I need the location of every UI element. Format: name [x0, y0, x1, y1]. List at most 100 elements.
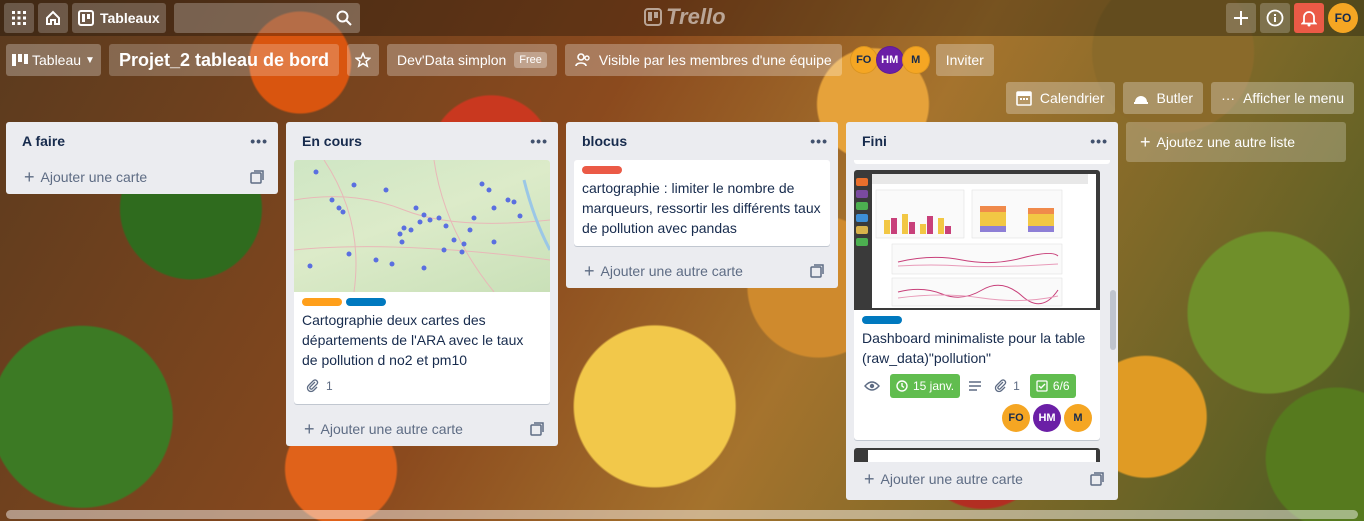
- watch-eye-icon: [864, 381, 880, 391]
- star-button[interactable]: [347, 44, 380, 76]
- member-avatar[interactable]: M: [1064, 404, 1092, 432]
- bell-icon: [1301, 11, 1317, 27]
- butler-button[interactable]: Butler: [1122, 82, 1204, 114]
- notifications-button[interactable]: [1294, 3, 1324, 33]
- card-label-orange[interactable]: [302, 298, 342, 306]
- card-label-blue[interactable]: [862, 316, 902, 324]
- user-avatar[interactable]: FO: [1328, 3, 1358, 33]
- template-icon[interactable]: [250, 170, 264, 184]
- boards-label: Tableaux: [100, 10, 160, 26]
- card-badges: 15 janv. 1 6/6: [862, 374, 1092, 398]
- add-card-label: Ajouter une carte: [40, 169, 148, 185]
- star-icon: [355, 52, 372, 68]
- member-avatar[interactable]: FO: [849, 46, 878, 74]
- card-label-blue[interactable]: [346, 298, 386, 306]
- list-header[interactable]: En cours •••: [286, 122, 558, 160]
- board-actions-bar: Calendrier Butler ··· Afficher le menu: [1005, 82, 1354, 114]
- card[interactable]: Dashboard minimaliste pour la table (raw…: [854, 170, 1100, 440]
- workspace-button[interactable]: Dev'Data simplon Free: [387, 44, 557, 76]
- board-horizontal-scrollbar[interactable]: [6, 510, 1358, 519]
- attachment-icon: [306, 379, 319, 393]
- card-label-red[interactable]: [582, 166, 622, 174]
- list-menu-icon[interactable]: •••: [530, 133, 548, 149]
- workspace-name: Dev'Data simplon: [397, 52, 507, 68]
- list-header[interactable]: blocus •••: [566, 122, 838, 160]
- list-title[interactable]: blocus: [582, 133, 627, 149]
- card-cover-screenshot: [854, 170, 1100, 310]
- list-cards-scroll[interactable]: Dashboard minimaliste pour la table (raw…: [846, 160, 1118, 462]
- dock-icons: [856, 178, 868, 250]
- list-header[interactable]: A faire •••: [6, 122, 278, 160]
- workspace-plan-badge: Free: [514, 52, 547, 68]
- dashboard-thumbnail: [872, 174, 1088, 307]
- board-title[interactable]: Projet_2 tableau de bord: [108, 44, 340, 76]
- attachment-count: 1: [326, 379, 333, 393]
- add-card-button[interactable]: + Ajouter une autre carte: [566, 254, 838, 288]
- card-cover-map: [294, 160, 550, 292]
- add-card-button[interactable]: + Ajouter une autre carte: [286, 412, 558, 446]
- visibility-label: Visible par les membres d'une équipe: [598, 52, 832, 68]
- calendar-label: Calendrier: [1039, 90, 1105, 106]
- card[interactable]: Cartographie deux cartes des département…: [294, 160, 550, 404]
- attachment-count: 1: [1013, 379, 1020, 393]
- home-icon: [46, 10, 60, 25]
- card-partial-next[interactable]: [854, 448, 1100, 462]
- calendar-button[interactable]: Calendrier: [1005, 82, 1115, 114]
- apps-grid-button[interactable]: [4, 3, 34, 33]
- add-card-label: Ajouter une autre carte: [880, 471, 1023, 487]
- search-input[interactable]: [173, 3, 360, 33]
- visibility-button[interactable]: Visible par les membres d'une équipe: [564, 44, 842, 76]
- add-card-button[interactable]: + Ajouter une carte: [6, 160, 278, 194]
- template-icon[interactable]: [810, 264, 824, 278]
- apps-grid-icon: [12, 11, 26, 25]
- plus-icon: [1234, 11, 1248, 25]
- card-title: cartographie : limiter le nombre de marq…: [582, 180, 821, 236]
- due-date: 15 janv.: [913, 379, 955, 393]
- template-icon[interactable]: [530, 422, 544, 436]
- menu-label: Afficher le menu: [1243, 90, 1344, 106]
- plus-icon: +: [24, 166, 35, 187]
- view-switcher-button[interactable]: Tableau ▼: [6, 44, 101, 76]
- team-icon: [575, 53, 590, 67]
- add-card-label: Ajouter une autre carte: [320, 421, 463, 437]
- card[interactable]: cartographie : limiter le nombre de marq…: [574, 160, 830, 246]
- template-icon[interactable]: [1090, 472, 1104, 486]
- card-labels: [302, 298, 542, 306]
- list-menu-icon[interactable]: •••: [1090, 133, 1108, 149]
- list-menu-icon[interactable]: •••: [810, 133, 828, 149]
- list-title[interactable]: A faire: [22, 133, 65, 149]
- member-avatar[interactable]: M: [901, 46, 930, 74]
- add-list-button[interactable]: + Ajoutez une autre liste: [1126, 122, 1346, 162]
- list-title[interactable]: En cours: [302, 133, 362, 149]
- board-members: FO HM M: [849, 46, 930, 74]
- attachment-icon: [994, 379, 1007, 393]
- plus-icon: +: [304, 418, 315, 439]
- member-avatar[interactable]: FO: [1002, 404, 1030, 432]
- add-card-button[interactable]: + Ajouter une autre carte: [846, 462, 1118, 496]
- card-members: FO HM M: [862, 404, 1092, 432]
- create-button[interactable]: [1226, 3, 1256, 33]
- list-title[interactable]: Fini: [862, 133, 887, 149]
- boards-button[interactable]: Tableaux: [72, 3, 166, 33]
- list-header[interactable]: Fini •••: [846, 122, 1118, 160]
- trello-logo-icon: [644, 8, 662, 26]
- show-menu-button[interactable]: ··· Afficher le menu: [1211, 82, 1354, 114]
- search-icon: [336, 10, 352, 26]
- calendar-icon: [1016, 91, 1032, 106]
- member-avatar[interactable]: HM: [875, 46, 904, 74]
- list-scrollbar[interactable]: [1110, 290, 1116, 350]
- board-header: Tableau ▼ Projet_2 tableau de bord Dev'D…: [6, 44, 1364, 76]
- list-menu-icon[interactable]: •••: [250, 133, 268, 149]
- trello-logo[interactable]: Trello: [644, 4, 726, 30]
- card-partial[interactable]: [854, 160, 1110, 164]
- member-avatar[interactable]: HM: [1033, 404, 1061, 432]
- add-card-label: Ajouter une autre carte: [600, 263, 743, 279]
- list-fini: Fini ••• Dashboard minimaliste pour la t…: [846, 122, 1118, 500]
- plus-icon: +: [584, 260, 595, 281]
- home-button[interactable]: [38, 3, 68, 33]
- card-badges: 1: [302, 376, 542, 396]
- info-button[interactable]: [1260, 3, 1290, 33]
- invite-button[interactable]: Inviter: [935, 44, 994, 76]
- butler-bell-icon: [1133, 96, 1148, 104]
- due-date-badge[interactable]: 15 janv.: [890, 374, 961, 398]
